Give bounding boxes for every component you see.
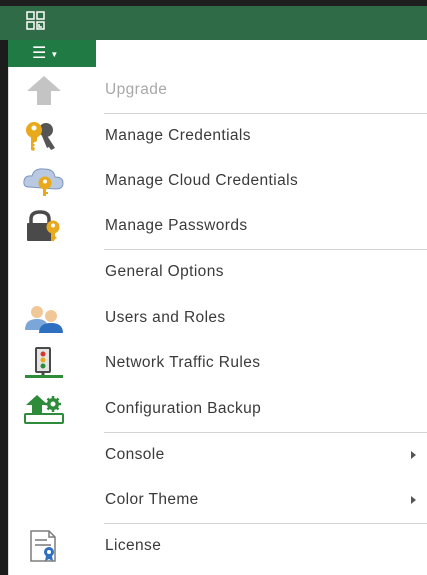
menu-item-manage-passwords[interactable]: Manage Passwords [9,204,427,248]
menu-item-label: Configuration Backup [105,400,262,417]
menu-item-manage-cloud-credentials[interactable]: Manage Cloud Credentials [9,159,427,203]
config-backup-icon [24,395,64,424]
keys-icon [26,122,55,151]
padlock-key-icon [27,210,60,241]
menu-item-label: Manage Passwords [105,217,248,234]
main-menu-dropdown: Upgrade Manage Credentials Manage Cloud … [8,67,427,575]
menu-item-general-options[interactable]: General Options [9,250,427,294]
submenu-arrow-icon [411,451,416,459]
left-window-edge [0,40,8,575]
menu-item-network-traffic-rules[interactable]: Network Traffic Rules [9,341,427,385]
submenu-arrow-icon [411,496,416,504]
traffic-light-icon [25,347,63,378]
menu-item-label: Manage Credentials [105,127,251,144]
menu-item-console[interactable]: Console [9,433,427,477]
menu-item-label: License [105,537,162,554]
menu-item-users-and-roles[interactable]: Users and Roles [9,296,427,340]
title-bar-top-edge [0,0,427,6]
upgrade-arrow-icon [27,76,61,105]
title-bar [0,0,427,40]
users-icon [25,306,63,333]
menu-item-manage-credentials[interactable]: Manage Credentials [9,114,427,158]
menu-item-label: Color Theme [105,491,199,508]
menu-item-license[interactable]: License [9,524,427,568]
menu-item-configuration-backup[interactable]: Configuration Backup [9,387,427,431]
main-menu-button[interactable]: ☰ ▼ [8,40,96,67]
menu-item-label: General Options [105,263,224,280]
license-icon [30,530,56,562]
menu-item-label: Console [105,446,165,463]
menu-item-label: Manage Cloud Credentials [105,172,299,189]
ribbon-area [96,40,427,67]
menu-item-color-theme[interactable]: Color Theme [9,478,427,522]
menu-item-label: Upgrade [105,81,168,98]
cloud-key-icon [23,168,64,196]
hamburger-menu-icon: ☰ [32,44,47,62]
menu-item-label: Users and Roles [105,309,226,326]
chevron-down-icon: ▼ [50,50,59,59]
menu-item-label: Network Traffic Rules [105,354,261,371]
app-icon [26,11,45,30]
menu-item-upgrade[interactable]: Upgrade [9,68,427,112]
